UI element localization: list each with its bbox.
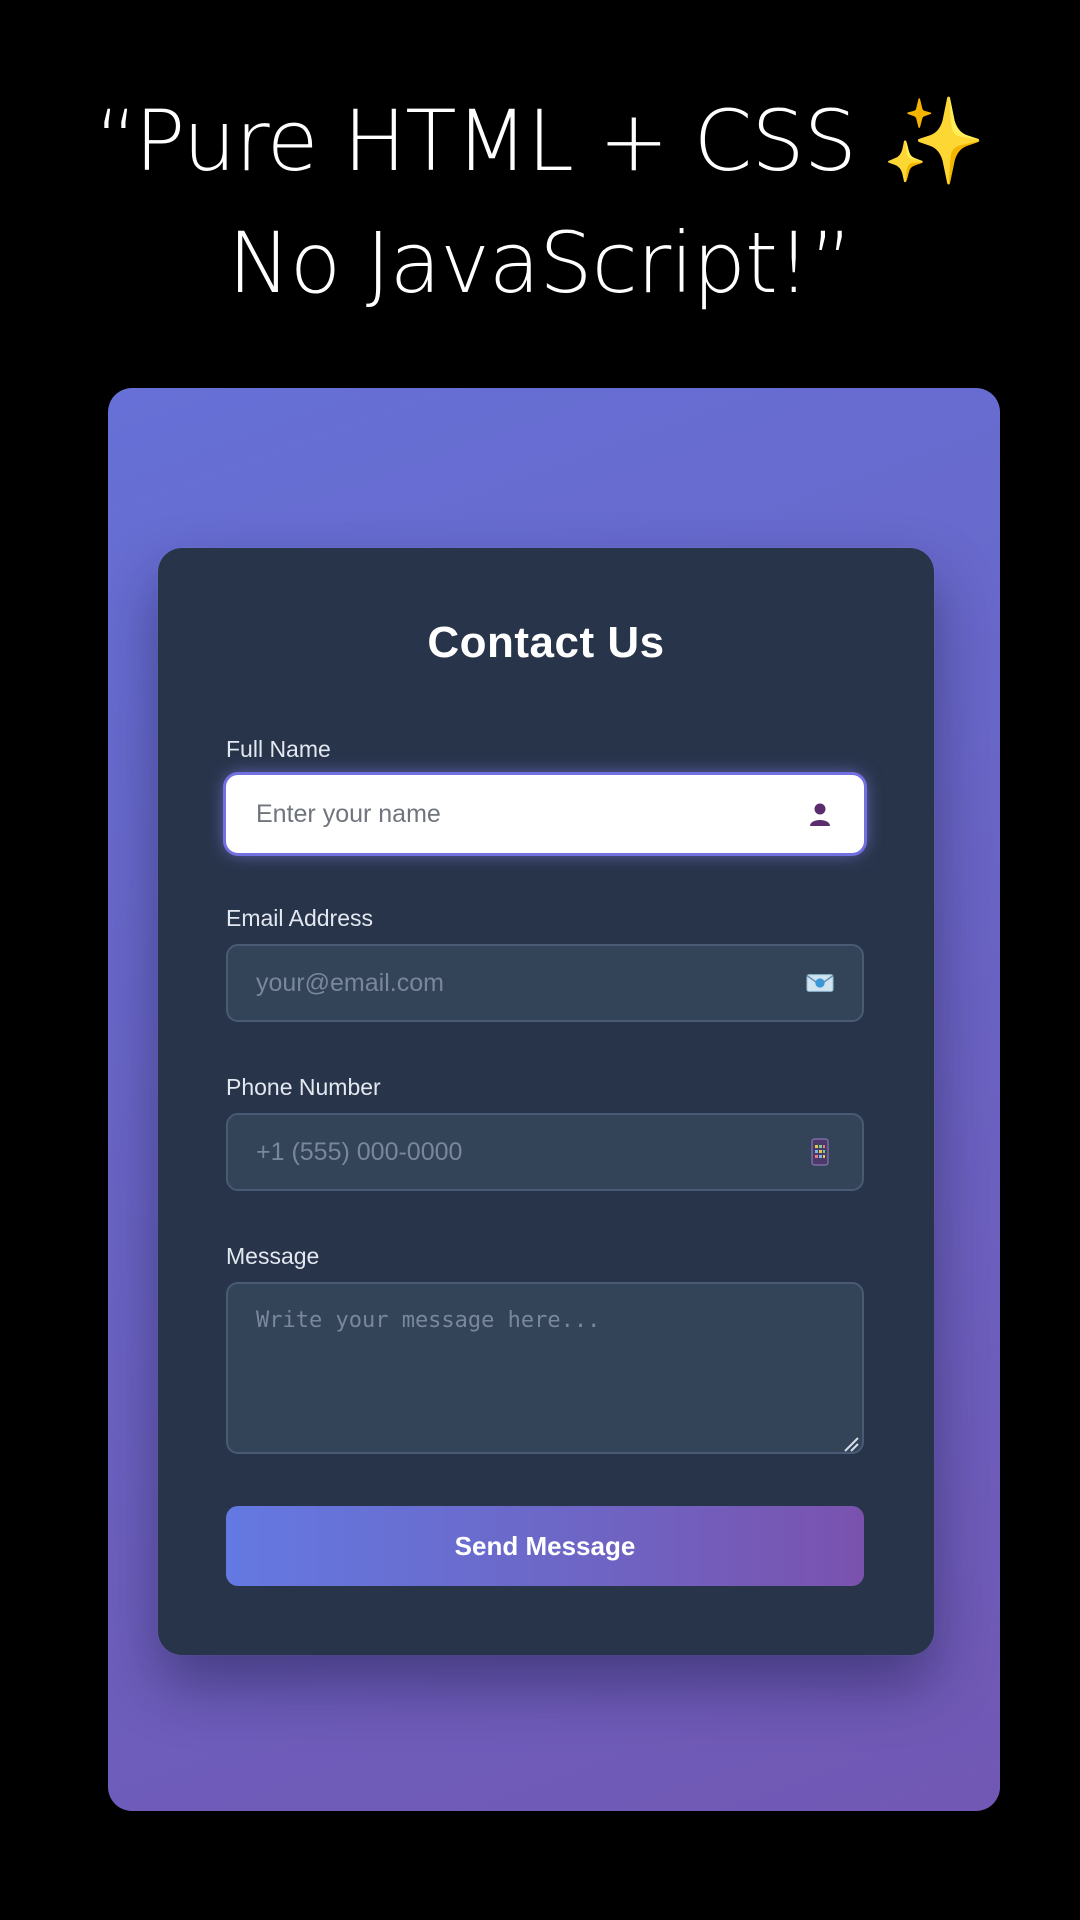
email-icon xyxy=(806,969,834,997)
form-title: Contact Us xyxy=(427,618,665,667)
message-label: Message xyxy=(226,1243,320,1269)
contact-form-card: Contact Us Full Name Email Address Phone… xyxy=(158,548,934,1655)
full-name-input[interactable] xyxy=(226,775,864,853)
person-icon xyxy=(806,800,834,828)
resize-grip-icon[interactable] xyxy=(841,1434,859,1452)
send-message-button[interactable]: Send Message xyxy=(226,1506,864,1586)
caption-line-2: No JavaScript!” xyxy=(227,214,853,312)
phone-input[interactable] xyxy=(226,1113,864,1191)
caption-line-1: “Pure HTML + CSS ✨ xyxy=(0,80,1080,202)
full-name-label: Full Name xyxy=(226,736,331,762)
email-label: Email Address xyxy=(226,905,374,931)
promo-caption: “Pure HTML + CSS ✨ No JavaScript!” xyxy=(0,80,1080,324)
email-input[interactable] xyxy=(226,944,864,1022)
message-textarea[interactable] xyxy=(226,1282,864,1454)
phone-icon xyxy=(806,1138,834,1166)
caption-line-1-text: “Pure HTML + CSS xyxy=(94,92,857,190)
preview-stage: Contact Us Full Name Email Address Phone… xyxy=(108,388,1000,1811)
phone-label: Phone Number xyxy=(226,1074,381,1100)
sparkles-icon: ✨ xyxy=(881,92,987,190)
